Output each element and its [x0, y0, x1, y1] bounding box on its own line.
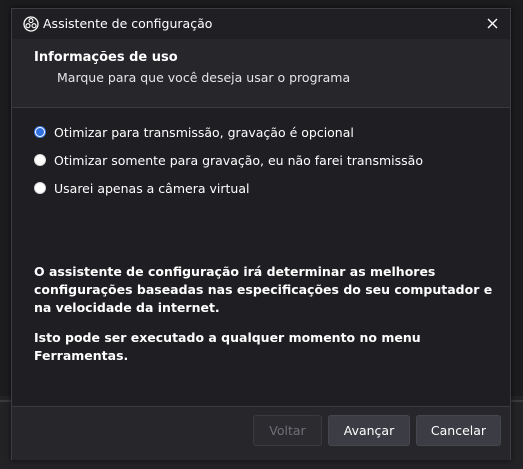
- page-subtitle: Marque para que você deseja usar o progr…: [57, 70, 351, 85]
- close-icon: [487, 18, 498, 29]
- next-button[interactable]: Avançar: [328, 415, 410, 446]
- info-paragraph-2: Isto pode ser executado a qualquer momen…: [34, 330, 421, 363]
- radio-button[interactable]: [34, 182, 46, 194]
- back-button[interactable]: Voltar: [253, 415, 322, 446]
- radio-label: Otimizar para transmissão, gravação é op…: [54, 124, 354, 140]
- window-title: Assistente de configuração: [43, 16, 213, 31]
- radio-button[interactable]: [34, 154, 46, 166]
- title-bar: Assistente de configuração: [12, 9, 510, 39]
- radio-option-streaming[interactable]: Otimizar para transmissão, gravação é op…: [34, 122, 354, 142]
- radio-option-recording[interactable]: Otimizar somente para gravação, eu não f…: [34, 150, 423, 170]
- button-bar: Voltar Avançar Cancelar: [12, 406, 510, 460]
- radio-label: Usarei apenas a câmera virtual: [54, 180, 250, 196]
- page-title: Informações de uso: [34, 50, 178, 65]
- radio-button-checked[interactable]: [34, 126, 46, 138]
- close-button[interactable]: [482, 14, 504, 34]
- obs-icon: [23, 16, 39, 32]
- info-paragraph-1: O assistente de configuração irá determi…: [34, 264, 493, 315]
- setup-wizard-dialog: Assistente de configuração Informações d…: [11, 8, 511, 460]
- cancel-button[interactable]: Cancelar: [416, 415, 501, 446]
- radio-label: Otimizar somente para gravação, eu não f…: [54, 152, 423, 168]
- radio-option-virtual-camera[interactable]: Usarei apenas a câmera virtual: [34, 178, 249, 198]
- wizard-content: Otimizar para transmissão, gravação é op…: [12, 108, 510, 406]
- page-header: Informações de uso Marque para que você …: [12, 39, 510, 108]
